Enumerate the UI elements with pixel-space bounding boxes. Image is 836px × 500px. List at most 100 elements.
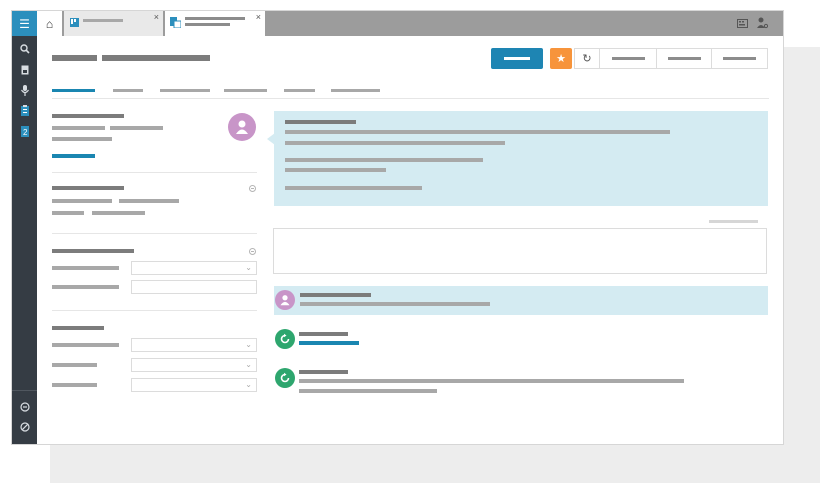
- page-title-placeholder: [52, 55, 97, 61]
- page-tab[interactable]: [224, 89, 267, 92]
- profile-detail-placeholder: [52, 137, 112, 141]
- refresh-user-icon: [280, 372, 290, 383]
- tab-bar: ⌂ × ×: [37, 11, 783, 36]
- activity-title-placeholder: [300, 293, 371, 297]
- panel-text-placeholder: [285, 168, 386, 172]
- primary-action-button[interactable]: [491, 48, 543, 69]
- chevron-down-icon: ⌄: [245, 263, 252, 272]
- field-label-placeholder: [52, 383, 97, 387]
- tabs-divider: [52, 98, 769, 99]
- close-icon[interactable]: ×: [154, 12, 159, 22]
- field-label-placeholder: [52, 343, 119, 347]
- close-icon[interactable]: ×: [256, 12, 261, 22]
- keyboard-icon[interactable]: [737, 19, 748, 28]
- section-detail-placeholder: [52, 199, 112, 203]
- tab-title-placeholder: [185, 17, 245, 20]
- activity-item-highlighted: [274, 286, 768, 315]
- left-sidebar: ☰ 2: [12, 11, 37, 444]
- panel-text-placeholder: [285, 158, 483, 162]
- section-detail-placeholder: [92, 211, 145, 215]
- dropdown-select[interactable]: ⌄: [131, 261, 257, 275]
- panel-text-placeholder: [285, 186, 422, 190]
- panel-text-placeholder: [285, 141, 505, 145]
- favorite-button[interactable]: ★: [550, 48, 572, 69]
- section-detail-placeholder: [52, 211, 84, 215]
- user-settings-icon[interactable]: [757, 17, 768, 29]
- home-tab[interactable]: ⌂: [37, 11, 62, 36]
- no-entry-icon[interactable]: [12, 422, 37, 432]
- collapse-icon[interactable]: [249, 185, 256, 192]
- toolbar-button[interactable]: [711, 49, 768, 68]
- activity-text-placeholder: [300, 302, 490, 306]
- menu-button[interactable]: ☰: [12, 11, 37, 36]
- app-window: ☰ 2 ⌂ × × ★ ↻ ⌄ ⌄ ⌄ ⌄: [12, 11, 783, 444]
- document-icon[interactable]: [12, 65, 37, 75]
- tab-subtitle-placeholder: [185, 23, 230, 26]
- toolbar-button-group: ↻: [574, 48, 768, 69]
- chevron-down-icon: ⌄: [245, 340, 252, 349]
- hamburger-icon: ☰: [19, 16, 30, 31]
- section-divider: [52, 310, 257, 311]
- section-divider: [52, 233, 257, 234]
- home-icon: ⌂: [45, 16, 54, 31]
- toolbar-button[interactable]: [656, 49, 712, 68]
- page-title-placeholder: [102, 55, 210, 61]
- clipboard-icon[interactable]: [12, 105, 37, 116]
- activity-title-placeholder: [299, 370, 348, 374]
- arrow-circle-icon[interactable]: [12, 402, 37, 412]
- user-icon: [236, 120, 248, 134]
- button-label-placeholder: [612, 57, 645, 60]
- toolbar-button[interactable]: [599, 49, 657, 68]
- section-detail-placeholder: [119, 199, 179, 203]
- activity-link[interactable]: [299, 341, 359, 345]
- collapse-icon[interactable]: [249, 248, 256, 255]
- dropdown-select[interactable]: ⌄: [131, 378, 257, 392]
- button-label-placeholder: [504, 57, 530, 60]
- page-tab[interactable]: [331, 89, 380, 92]
- field-label-placeholder: [52, 285, 119, 289]
- avatar: [275, 329, 295, 349]
- activity-title-placeholder: [299, 332, 348, 336]
- dropdown-select[interactable]: ⌄: [131, 358, 257, 372]
- profile-detail-placeholder: [110, 126, 163, 130]
- page-tab[interactable]: [113, 89, 143, 92]
- sidebar-divider: [12, 390, 37, 391]
- panel-text-placeholder: [285, 130, 670, 134]
- refresh-button[interactable]: ↻: [575, 49, 599, 68]
- field-label-placeholder: [52, 266, 119, 270]
- dropdown-select[interactable]: ⌄: [131, 338, 257, 352]
- text-input[interactable]: [131, 280, 257, 294]
- board-icon: [70, 18, 79, 27]
- star-icon: ★: [556, 53, 566, 65]
- tab-active-underline[interactable]: [52, 89, 95, 92]
- avatar: [275, 290, 295, 310]
- section-heading-placeholder: [52, 326, 104, 330]
- profile-detail-placeholder: [52, 126, 105, 130]
- profile-link[interactable]: [52, 154, 95, 158]
- tab-inactive[interactable]: ×: [64, 11, 163, 36]
- profile-name-placeholder: [52, 114, 124, 118]
- button-label-placeholder: [668, 57, 701, 60]
- page-tab[interactable]: [160, 89, 210, 92]
- section-heading-placeholder: [52, 186, 124, 190]
- refresh-user-icon: [280, 333, 290, 344]
- activity-text-placeholder: [299, 379, 684, 383]
- comment-textarea[interactable]: [273, 228, 767, 274]
- chevron-down-icon: ⌄: [245, 360, 252, 369]
- activity-text-placeholder: [299, 389, 437, 393]
- tab-active[interactable]: ×: [165, 11, 265, 36]
- composer-hint-placeholder: [709, 220, 758, 223]
- panel-heading-placeholder: [285, 120, 356, 124]
- field-label-placeholder: [52, 363, 97, 367]
- avatar: [228, 113, 256, 141]
- button-label-placeholder: [723, 57, 756, 60]
- search-icon[interactable]: [12, 44, 37, 54]
- tab-title-placeholder: [83, 19, 123, 22]
- refresh-icon: ↻: [582, 53, 592, 65]
- section-divider: [52, 172, 257, 173]
- page-tab[interactable]: [284, 89, 315, 92]
- microphone-icon[interactable]: [12, 85, 37, 96]
- report-icon: [170, 17, 181, 28]
- numbered-doc-icon[interactable]: 2: [12, 126, 37, 137]
- avatar: [275, 368, 295, 388]
